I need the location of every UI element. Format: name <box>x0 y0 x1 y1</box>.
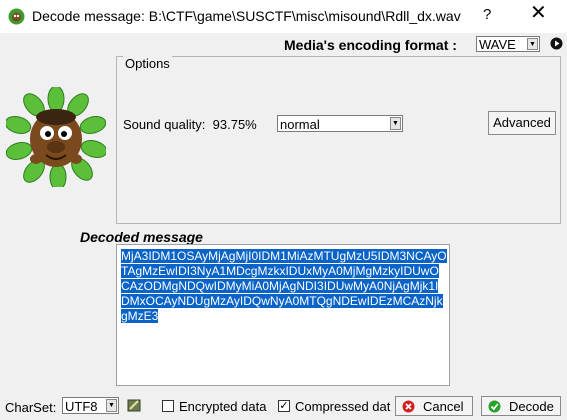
chevron-down-icon[interactable]: ▼ <box>527 38 538 50</box>
decode-button[interactable]: Decode <box>481 396 561 416</box>
options-group <box>116 56 561 224</box>
play-icon[interactable] <box>550 37 563 50</box>
encoding-format-label: Media's encoding format : <box>284 37 457 53</box>
decoded-message-text: MjA3IDM1OSAyMjAgMjI0IDM1MiAzMTUgMzU5IDM3… <box>121 249 447 323</box>
charset-value: UTF8 <box>65 399 98 414</box>
encoding-format-value: WAVE <box>479 37 516 52</box>
decoded-message-textarea[interactable]: MjA3IDM1OSAyMjAgMjI0IDM1MiAzMTUgMzU5IDM3… <box>116 244 450 386</box>
sound-quality-text: Sound quality: <box>123 117 206 132</box>
mascot-app-icon <box>8 8 25 25</box>
decode-label: Decode <box>509 399 554 414</box>
cancel-label: Cancel <box>423 399 464 414</box>
encrypted-data-label: Encrypted data <box>179 399 267 414</box>
encoding-format-select[interactable]: WAVE ▼ <box>476 36 540 52</box>
quality-select[interactable]: normal ▼ <box>277 115 403 132</box>
decoded-message-label: Decoded message <box>80 229 203 245</box>
charset-select[interactable]: UTF8 ▼ <box>62 397 119 414</box>
chevron-down-icon[interactable]: ▼ <box>390 117 401 130</box>
chevron-down-icon[interactable]: ▼ <box>106 399 117 412</box>
help-button[interactable]: ? <box>483 6 491 23</box>
encrypted-data-checkbox[interactable] <box>162 400 174 412</box>
compressed-data-label: Compressed dat <box>295 399 391 414</box>
close-button[interactable]: ✕ <box>530 3 547 23</box>
charset-label: CharSet: <box>5 400 57 415</box>
quality-value: normal <box>280 117 320 132</box>
title-bar: Decode message: B:\CTF\game\SUSCTF\misc\… <box>0 0 567 33</box>
sound-quality-label: Sound quality: 93.75% <box>123 117 257 132</box>
compressed-data-checkbox[interactable]: ✓ <box>278 400 290 412</box>
decode-check-icon <box>488 400 501 413</box>
cancel-x-icon <box>402 400 415 413</box>
window-title: Decode message: B:\CTF\game\SUSCTF\misc\… <box>32 8 461 24</box>
decoded-message-text-wrapper: MjA3IDM1OSAyMjAgMjI0IDM1MiAzMTUgMzU5IDM3… <box>121 249 447 324</box>
sound-quality-percent: 93.75% <box>212 117 257 132</box>
edit-charset-icon[interactable] <box>127 398 142 413</box>
cancel-button[interactable]: Cancel <box>395 396 473 416</box>
options-legend: Options <box>123 56 172 71</box>
mascot-image <box>6 87 106 187</box>
advanced-button[interactable]: Advanced <box>488 111 556 135</box>
